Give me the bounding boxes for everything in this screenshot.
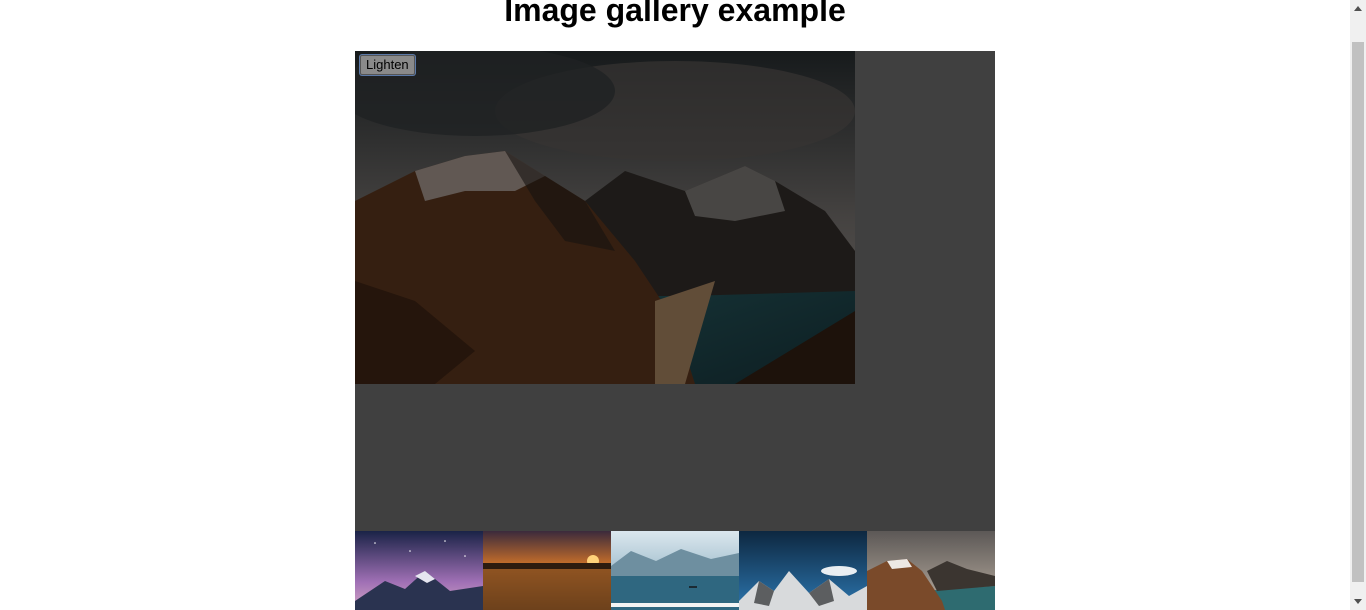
lighten-button[interactable]: Lighten (360, 55, 415, 75)
thumbnail-mountain-fjord[interactable] (867, 531, 995, 610)
main-image (355, 51, 855, 384)
scroll-down-arrow-icon[interactable] (1350, 593, 1366, 609)
thumbnail-lake-boat[interactable] (611, 531, 739, 610)
page-title: Image gallery example (504, 0, 846, 28)
full-image-container: Lighten (355, 51, 995, 531)
thumbnail-snowy-peaks[interactable] (739, 531, 867, 610)
thumbnail-milky-way-mountains[interactable] (355, 531, 483, 610)
scroll-up-arrow-icon[interactable] (1350, 0, 1366, 16)
thumbnail-bar (355, 531, 995, 610)
vertical-scrollbar[interactable] (1350, 0, 1366, 610)
thumbnail-sunset-lake[interactable] (483, 531, 611, 610)
page-viewport: Image gallery example Lighten (0, 0, 1350, 610)
scrollbar-thumb[interactable] (1352, 42, 1364, 582)
